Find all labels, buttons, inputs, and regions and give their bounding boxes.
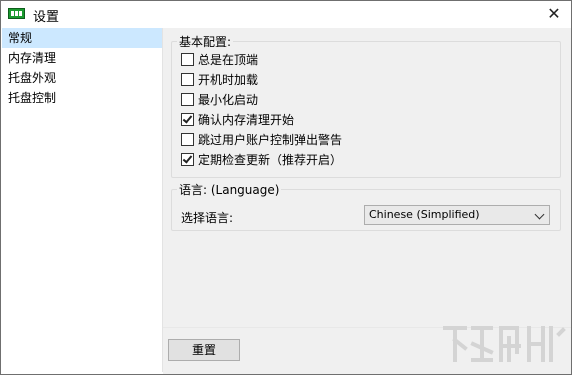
settings-window: 设置 ✕ 常规 内存清理 托盘外观 托盘控制 基本配置: 总是在顶端 开机时加载… [0, 0, 572, 375]
checkbox-start-minimized[interactable] [181, 93, 194, 106]
option-label: 确认内存清理开始 [198, 113, 295, 127]
chevron-down-icon [534, 209, 545, 220]
language-select-value: Chinese (Simplified) [369, 208, 480, 221]
option-label: 开机时加载 [198, 73, 259, 87]
checkbox-confirm-memory-clean[interactable] [181, 113, 194, 126]
language-label: 选择语言: [181, 211, 234, 225]
option-label: 定期检查更新（推荐开启） [198, 153, 343, 167]
close-icon[interactable]: ✕ [537, 1, 571, 27]
option-label: 总是在顶端 [198, 53, 259, 67]
option-label: 跳过用户账户控制弹出警告 [198, 133, 343, 147]
option-load-on-startup[interactable]: 开机时加载 [181, 72, 258, 88]
checkbox-load-on-startup[interactable] [181, 73, 194, 86]
sidebar: 常规 内存清理 托盘外观 托盘控制 [2, 28, 163, 372]
basic-config-group: 基本配置: 总是在顶端 开机时加载 最小化启动 确认内存清理开始 跳过用户账户控… [171, 33, 561, 178]
app-icon [8, 8, 25, 19]
option-label: 最小化启动 [198, 93, 259, 107]
checkbox-always-on-top[interactable] [181, 53, 194, 66]
title-bar: 设置 ✕ [1, 1, 571, 28]
checkbox-skip-uac-warning[interactable] [181, 133, 194, 146]
sidebar-item-tray-control[interactable]: 托盘控制 [2, 88, 162, 108]
option-start-minimized[interactable]: 最小化启动 [181, 92, 258, 108]
bottom-bar: 重置 [163, 327, 571, 374]
option-skip-uac-warning[interactable]: 跳过用户账户控制弹出警告 [181, 132, 342, 148]
option-always-on-top[interactable]: 总是在顶端 [181, 52, 258, 68]
reset-button[interactable]: 重置 [168, 339, 240, 361]
window-title: 设置 [33, 10, 60, 25]
checkbox-check-updates[interactable] [181, 153, 194, 166]
sidebar-item-tray-appearance[interactable]: 托盘外观 [2, 68, 162, 88]
language-group: 语言: (Language) 选择语言: Chinese (Simplified… [171, 181, 561, 231]
language-select[interactable]: Chinese (Simplified) [364, 205, 550, 225]
option-confirm-memory-clean[interactable]: 确认内存清理开始 [181, 112, 294, 128]
sidebar-item-general[interactable]: 常规 [2, 28, 162, 48]
language-title: 语言: (Language) [177, 181, 282, 198]
basic-config-title: 基本配置: [177, 33, 234, 50]
sidebar-item-memory-clean[interactable]: 内存清理 [2, 48, 162, 68]
option-check-updates[interactable]: 定期检查更新（推荐开启） [181, 152, 342, 168]
settings-panel: 基本配置: 总是在顶端 开机时加载 最小化启动 确认内存清理开始 跳过用户账户控… [163, 28, 571, 374]
